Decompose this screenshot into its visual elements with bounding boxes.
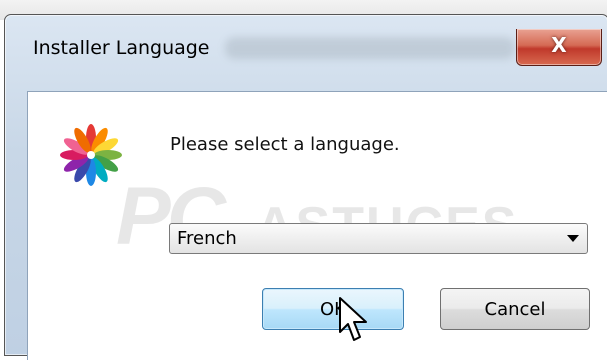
window-title: Installer Language — [33, 37, 210, 59]
language-select[interactable]: French — [169, 223, 588, 254]
titlebar-blurred-background — [225, 37, 515, 59]
cancel-button[interactable]: Cancel — [440, 288, 590, 330]
close-icon: X — [551, 33, 567, 57]
background-glyph-shapes — [20, 0, 580, 10]
chevron-down-icon[interactable] — [567, 235, 579, 242]
language-select-value: French — [177, 228, 237, 249]
mouse-pointer-icon — [339, 297, 367, 341]
dialog-body: Please select a language. PC ASTUCES Fre… — [27, 91, 607, 360]
language-prompt: Please select a language. — [170, 134, 400, 155]
close-button[interactable]: X — [516, 29, 602, 66]
installer-language-window: Installer Language X Please select a lan… — [4, 14, 607, 360]
ok-button[interactable]: OK — [262, 288, 404, 330]
